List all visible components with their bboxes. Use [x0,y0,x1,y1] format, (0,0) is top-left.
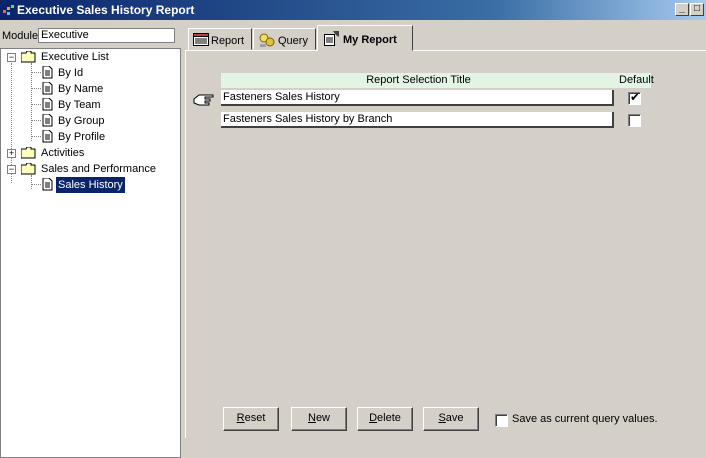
collapse-icon[interactable]: − [7,165,16,174]
reset-button[interactable]: Reset [223,407,279,431]
default-column-header: Default [619,74,654,86]
tree-item-sales-history[interactable]: Sales History [1,177,181,193]
tree-item-label: By Name [58,83,104,95]
tree-item-label: Activities [41,147,85,159]
tree-item-label: Sales and Performance [41,163,156,175]
app-icon [3,5,14,15]
tree-item-by-group[interactable]: By Group [1,113,181,129]
navigation-tree: − Executive List By Id By Name By Team B… [0,48,181,458]
new-button[interactable]: New [291,407,347,431]
module-field[interactable]: Executive [38,28,175,43]
title-bar: Executive Sales History Report _ □ [0,0,706,20]
delete-button[interactable]: Delete [357,407,413,431]
tree-item-label: By Profile [58,131,106,143]
right-pane: Report Query My Report Report Selection … [185,20,706,438]
tree-item-by-team[interactable]: By Team [1,97,181,113]
my-report-icon [324,31,339,46]
expand-icon[interactable]: + [7,149,16,158]
folder-icon [21,163,36,175]
tab-label: My Report [343,34,397,46]
document-icon [42,114,53,127]
tree-item-label: Executive List [41,51,109,63]
save-button[interactable]: Save [423,407,479,431]
document-icon [42,82,53,95]
pointing-hand-icon [193,94,214,106]
my-report-panel [185,50,706,438]
checkmark-icon: ✔ [630,90,641,104]
tree-item-label: By Team [58,99,101,111]
report-selection-title-header: Report Selection Title [366,74,471,86]
tree-item-by-name[interactable]: By Name [1,81,181,97]
report-icon [193,33,209,46]
maximize-button[interactable]: □ [690,3,704,16]
window-title: Executive Sales History Report [17,3,195,17]
tree-item-by-profile[interactable]: By Profile [1,129,181,145]
minimize-button[interactable]: _ [675,3,689,16]
save-query-values-label: Save as current query values. [512,413,658,425]
report-table-header: Report Selection Title Default [221,73,654,88]
tree-item-by-id[interactable]: By Id [1,65,181,81]
tree-item-label: By Group [58,115,105,127]
document-icon [42,130,53,143]
default-checkbox[interactable] [628,114,641,127]
tab-query[interactable]: Query [253,28,316,50]
collapse-icon[interactable]: − [7,53,16,62]
default-checkbox[interactable]: ✔ [628,90,641,105]
tab-label: Query [278,35,308,47]
left-pane: Module: Executive − Executive List By Id [0,20,183,458]
tree-item-label: By Id [58,67,84,79]
tree-item-activities[interactable]: + Activities [1,145,181,161]
query-icon [259,33,275,47]
report-title-field[interactable]: Fasteners Sales History [221,90,614,106]
tree-item-executive-list[interactable]: − Executive List [1,49,181,65]
module-label: Module: [2,30,42,42]
folder-icon [21,147,36,159]
tree-item-label: Sales History [56,177,125,193]
tab-report[interactable]: Report [188,28,252,50]
save-query-values-checkbox[interactable] [495,414,508,427]
folder-icon [21,51,36,63]
report-title-field[interactable]: Fasteners Sales History by Branch [221,112,614,128]
tab-my-report[interactable]: My Report [317,25,413,51]
document-icon [42,66,53,79]
tab-label: Report [211,35,245,47]
document-icon [42,178,53,191]
tree-item-sales-and-performance[interactable]: − Sales and Performance [1,161,181,177]
document-icon [42,98,53,111]
